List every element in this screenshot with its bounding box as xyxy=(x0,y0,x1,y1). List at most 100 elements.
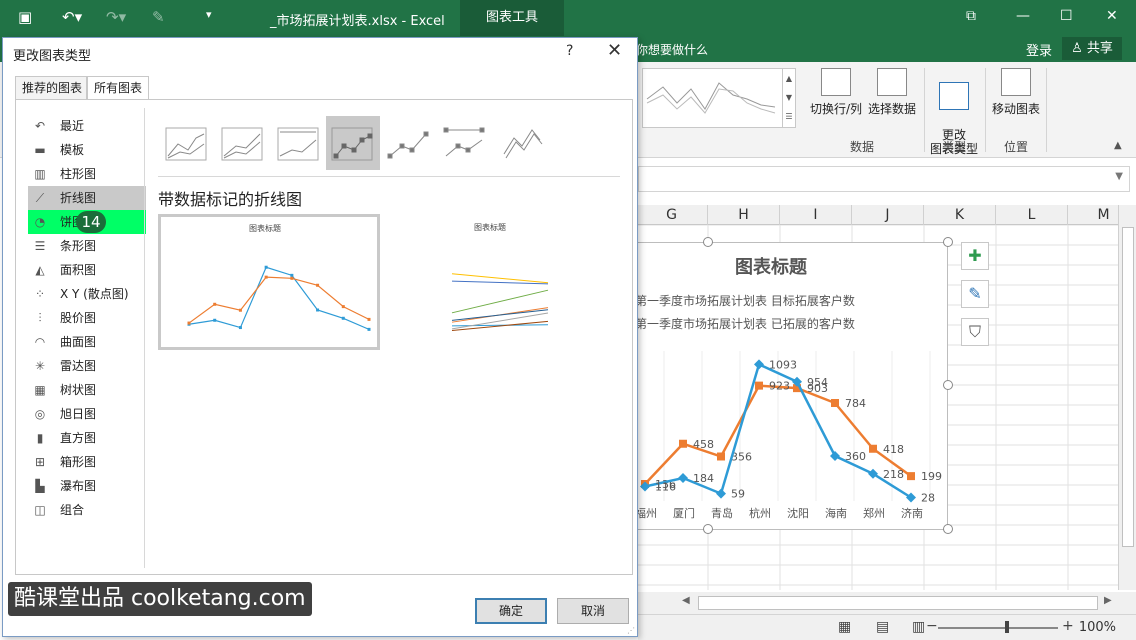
tab-all-charts[interactable]: 所有图表 xyxy=(87,76,149,101)
category-label: 青岛 xyxy=(711,506,733,520)
chart-type-item[interactable]: ▮ 直方图 xyxy=(28,426,146,450)
chart-styles-gallery[interactable]: ▲ ▼ ☰ xyxy=(642,68,796,128)
chart-type-list: ↶ 最近 ▬ 模板 ▥ 柱形图 ⟋ 折线图 ◔ 饼图 14 ☰ 条形图 ◭ 面积图 ⁘ X Y (散点图) ⫶ 股价… xyxy=(28,114,146,522)
zoom-out-icon[interactable]: − xyxy=(926,618,938,634)
redo-icon[interactable]: ↷▾ xyxy=(106,8,126,26)
blue-series-data-label: 28 xyxy=(921,492,935,505)
chart-type-item[interactable]: ☰ 条形图 xyxy=(28,234,146,258)
category-label: 海南 xyxy=(825,506,847,520)
chart-styles-icon[interactable]: ✎ xyxy=(961,280,989,308)
select-data-button[interactable]: 选择数据 xyxy=(866,68,918,117)
preview-chart-2: 图表标题 xyxy=(451,222,549,332)
resize-handle[interactable] xyxy=(703,524,713,534)
category-label: 郑州 xyxy=(863,506,885,520)
chart-type-item[interactable]: ⫶ 股价图 xyxy=(28,306,146,330)
chart-type-item[interactable]: ◔ 饼图 14 xyxy=(28,210,146,234)
formula-bar[interactable]: ▼ xyxy=(638,166,1130,192)
scroll-track[interactable] xyxy=(698,596,1098,610)
chart-type-label: 模板 xyxy=(60,143,85,157)
dialog-close-icon[interactable]: ✕ xyxy=(607,40,622,61)
cancel-button[interactable]: 取消 xyxy=(557,598,629,624)
column-header[interactable]: L xyxy=(996,205,1068,225)
zoom-slider-knob[interactable] xyxy=(1005,621,1009,633)
chart-elements-icon[interactable]: ✚ xyxy=(961,242,989,270)
chart-type-item[interactable]: ▙ 瀑布图 xyxy=(28,474,146,498)
subtype-100-stacked-line[interactable] xyxy=(272,116,326,170)
preview-option-1[interactable]: 图表标题 xyxy=(158,214,380,350)
chart-type-item[interactable]: ▥ 柱形图 xyxy=(28,162,146,186)
scroll-right-icon[interactable]: ▶ xyxy=(1104,595,1112,606)
close-icon[interactable]: ✕ xyxy=(1106,8,1118,24)
normal-view-icon[interactable]: ▦ xyxy=(838,619,851,635)
chart-type-item[interactable]: ▬ 模板 xyxy=(28,138,146,162)
tab-recommended[interactable]: 推荐的图表 xyxy=(15,76,87,100)
subtype-3d-line[interactable] xyxy=(494,116,548,170)
resize-handle[interactable] xyxy=(943,237,953,247)
gallery-scroll[interactable]: ▲ ▼ ☰ xyxy=(782,69,795,127)
column-header[interactable]: I xyxy=(780,205,852,225)
column-header[interactable]: H xyxy=(708,205,780,225)
switch-row-col-button[interactable]: 切换行/列 xyxy=(808,68,864,117)
resize-handle[interactable] xyxy=(943,524,953,534)
ok-button[interactable]: 确定 xyxy=(475,598,547,624)
preview-chart-1: 图表标题 xyxy=(187,223,371,331)
horizontal-scrollbar[interactable]: ◀ ▶ xyxy=(638,592,1136,614)
chart-filter-icon[interactable]: ⛉ xyxy=(961,318,989,346)
column-header[interactable]: J xyxy=(852,205,924,225)
expand-formula-icon[interactable]: ▼ xyxy=(1115,171,1123,182)
chart-type-item[interactable]: ✳ 雷达图 xyxy=(28,354,146,378)
column-header[interactable]: G xyxy=(636,205,708,225)
chart-tools-tab[interactable]: 图表工具 xyxy=(460,0,564,36)
zoom-level[interactable]: 100% xyxy=(1079,620,1116,635)
resize-handle[interactable] xyxy=(703,237,713,247)
subtype-divider xyxy=(158,176,620,177)
chart-type-item[interactable]: ▦ 树状图 xyxy=(28,378,146,402)
subtype-stacked-line[interactable] xyxy=(216,116,270,170)
collapse-ribbon-icon[interactable]: ▲ xyxy=(1114,140,1122,151)
minimize-icon[interactable]: — xyxy=(1016,8,1030,24)
resize-handle[interactable] xyxy=(943,380,953,390)
chart-title[interactable]: 图表标题 xyxy=(735,256,808,278)
chart-type-item[interactable]: ↶ 最近 xyxy=(28,114,146,138)
subtype-100-stacked-line-markers[interactable] xyxy=(438,116,492,170)
chart-type-label: 面积图 xyxy=(60,263,97,277)
chart-type-item[interactable]: ◭ 面积图 xyxy=(28,258,146,282)
ribbon-display-icon[interactable]: ⧉ xyxy=(966,8,976,24)
chart-type-label: 最近 xyxy=(60,119,85,133)
chart-type-label: 股价图 xyxy=(60,311,97,325)
undo-icon[interactable]: ↶▾ xyxy=(62,8,82,26)
save-icon[interactable]: ▣ xyxy=(18,8,32,26)
chart-type-item[interactable]: ⟋ 折线图 xyxy=(28,186,146,210)
chart-type-item[interactable]: ⁘ X Y (散点图) xyxy=(28,282,146,306)
chart-type-item[interactable]: ◎ 旭日图 xyxy=(28,402,146,426)
format-painter-icon[interactable]: ✎ xyxy=(152,8,165,26)
scroll-thumb[interactable] xyxy=(1122,227,1134,547)
page-break-icon[interactable]: ▥ xyxy=(912,619,925,635)
preview-option-2[interactable]: 图表标题 xyxy=(386,214,608,350)
chart-type-item[interactable]: ◠ 曲面图 xyxy=(28,330,146,354)
group-location-label: 位置 xyxy=(1004,140,1029,154)
page-layout-icon[interactable]: ▤ xyxy=(876,619,889,635)
subtype-line[interactable] xyxy=(160,116,214,170)
scroll-left-icon[interactable]: ◀ xyxy=(682,595,690,606)
login-link[interactable]: 登录 xyxy=(1026,40,1052,59)
maximize-icon[interactable]: ☐ xyxy=(1060,8,1073,24)
share-button[interactable]: ♙ 共享 xyxy=(1062,37,1122,60)
help-icon[interactable]: ? xyxy=(566,43,573,59)
move-chart-button[interactable]: 移动图表 xyxy=(990,68,1042,117)
line-chart[interactable]: 图表标题 第一季度市场拓展计划表 目标拓展客户数 第一季度市场拓展计划表 已拓展… xyxy=(630,242,948,530)
column-header[interactable]: K xyxy=(924,205,996,225)
vertical-scrollbar[interactable] xyxy=(1118,205,1136,590)
zoom-in-icon[interactable]: + xyxy=(1062,618,1074,634)
chart-type-item[interactable]: ⊞ 箱形图 xyxy=(28,450,146,474)
tell-me-box[interactable]: 你想要做什么 xyxy=(636,41,708,58)
customize-qat-icon[interactable]: ▾ xyxy=(206,8,212,21)
subtype-line-with-markers[interactable] xyxy=(326,116,380,170)
resize-grip-icon[interactable]: ⋰ xyxy=(627,626,635,635)
stacked-line-markers-icon xyxy=(387,131,429,159)
orange-series-point xyxy=(755,381,763,390)
subtype-stacked-line-markers[interactable] xyxy=(382,116,436,170)
select-data-icon xyxy=(877,68,907,96)
zoom-slider[interactable] xyxy=(938,627,1058,629)
chart-type-item[interactable]: ◫ 组合 xyxy=(28,498,146,522)
